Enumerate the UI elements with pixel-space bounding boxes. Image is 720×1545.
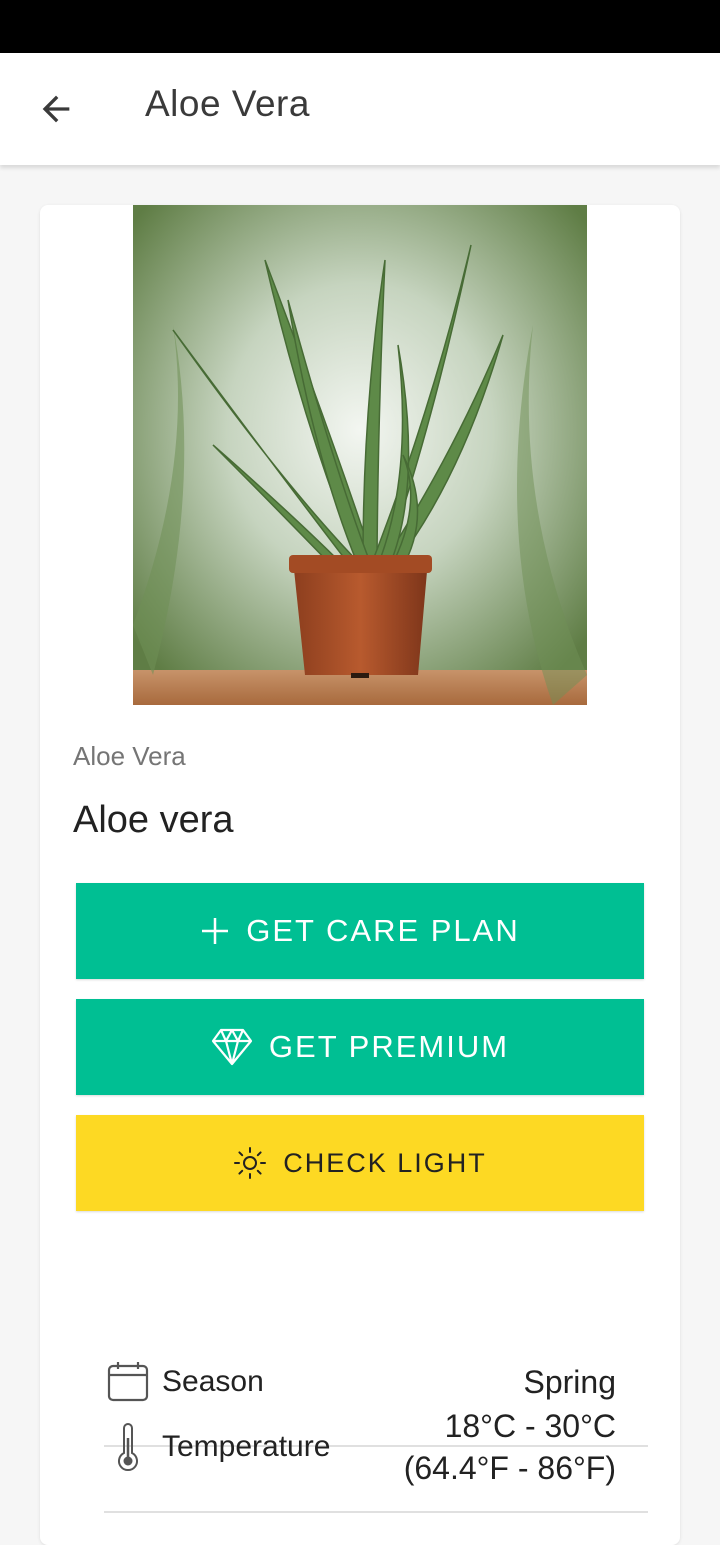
plant-scientific-name: Aloe vera — [73, 799, 234, 841]
plant-card: Aloe Vera Aloe vera GET CARE PLAN GET PR… — [40, 205, 680, 1545]
temperature-row: Temperature 18°C - 30°C (64.4°F - 86°F) — [104, 1383, 648, 1513]
get-premium-button[interactable]: GET PREMIUM — [76, 999, 644, 1095]
check-light-button[interactable]: CHECK LIGHT — [76, 1115, 644, 1211]
temperature-celsius: 18°C - 30°C — [444, 1408, 616, 1444]
page-title: Aloe Vera — [145, 83, 310, 124]
get-care-plan-label: GET CARE PLAN — [246, 913, 520, 948]
app-bar: Aloe Vera — [0, 53, 720, 165]
sun-icon — [233, 1146, 267, 1180]
temperature-fahrenheit: (64.4°F - 86°F) — [403, 1450, 616, 1486]
back-button[interactable] — [24, 77, 88, 141]
temperature-value: 18°C - 30°C (64.4°F - 86°F) — [404, 1405, 648, 1489]
thermometer-icon — [104, 1422, 152, 1472]
check-light-label: CHECK LIGHT — [283, 1147, 487, 1178]
get-care-plan-button[interactable]: GET CARE PLAN — [76, 883, 644, 979]
diamond-icon — [211, 1028, 253, 1066]
get-premium-label: GET PREMIUM — [268, 1029, 510, 1064]
back-arrow-icon — [42, 95, 70, 123]
plus-icon — [200, 916, 230, 946]
status-bar — [0, 0, 720, 53]
temperature-label: Temperature — [162, 1430, 331, 1463]
plant-photo — [133, 205, 587, 705]
plant-common-name: Aloe Vera — [73, 741, 186, 771]
